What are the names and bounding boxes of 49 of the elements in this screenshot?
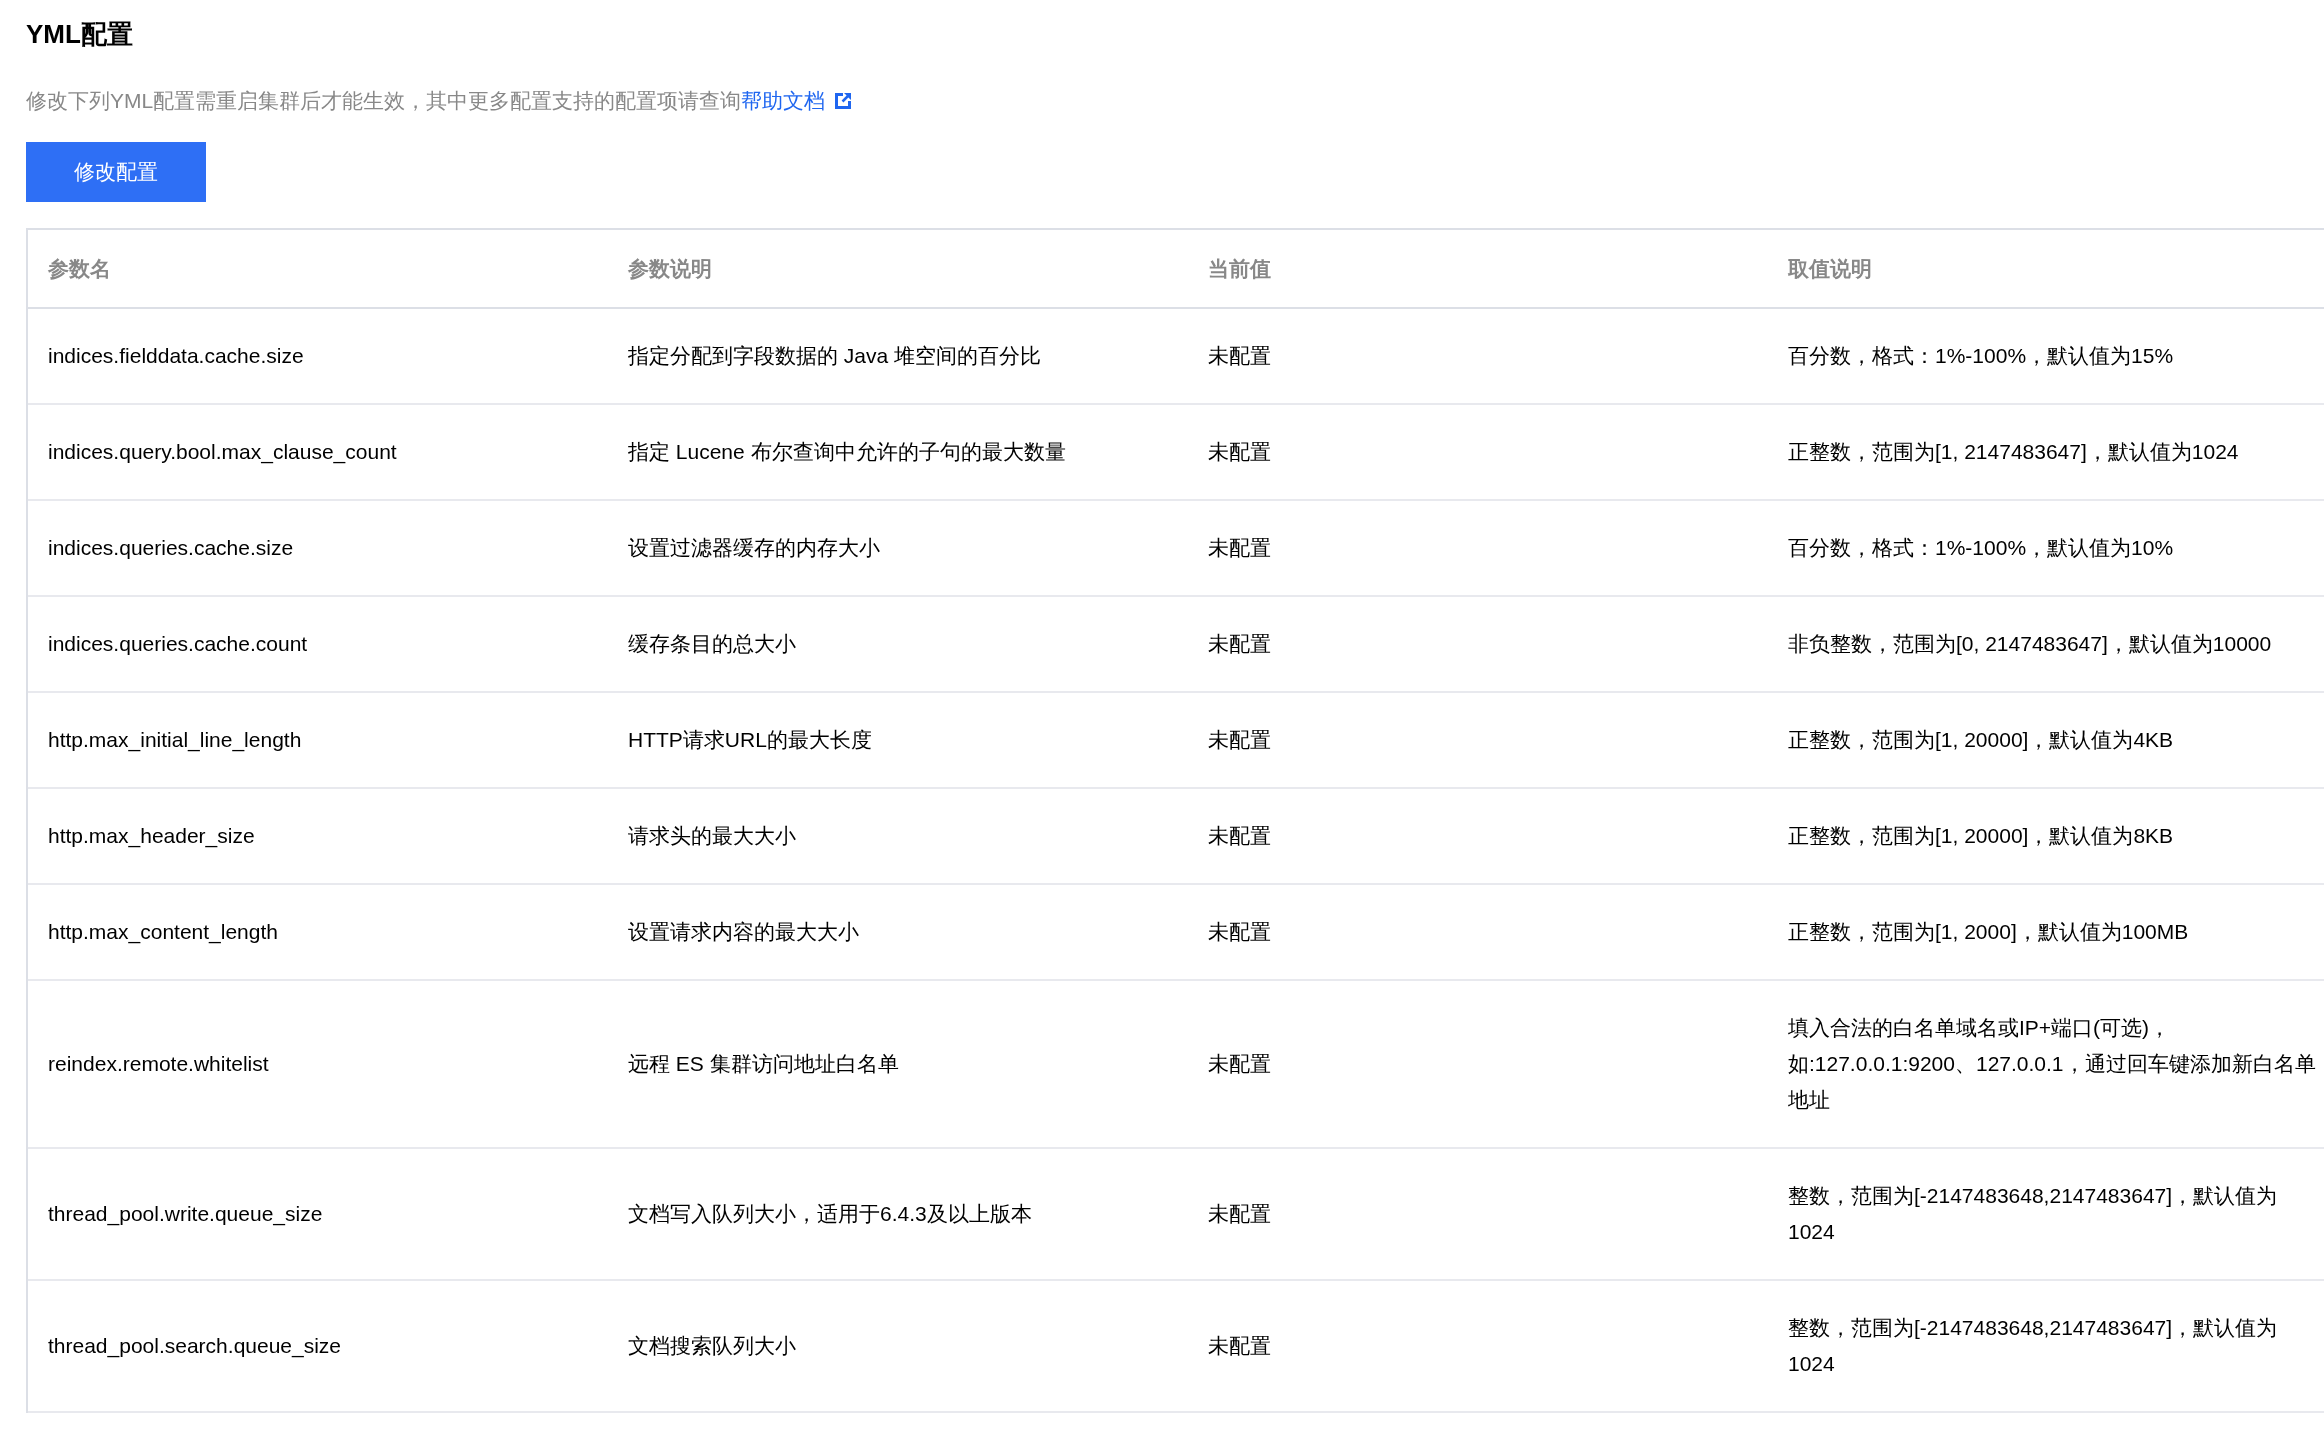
value-range: 正整数，范围为[1, 2000]，默认值为100MB	[1787, 919, 2190, 945]
page-title: YML配置	[26, 18, 134, 51]
column-header: 当前值	[1207, 255, 1272, 282]
param-name: indices.query.bool.max_clause_count	[47, 439, 398, 466]
param-description: 文档写入队列大小，适用于6.4.3及以上版本	[627, 1201, 1033, 1227]
param-name: thread_pool.search.queue_size	[47, 1333, 343, 1360]
help-doc-link[interactable]: 帮助文档	[741, 89, 826, 112]
value-range: 填入合法的白名单域名或IP+端口(可选)，如:127.0.0.1:9200、127.0.0.1，通过回车键添加新白名单地址	[1787, 1015, 2317, 1113]
value-range: 百分数，格式：1%-100%，默认值为10%	[1787, 535, 2175, 561]
param-description: 指定 Lucene 布尔查询中允许的子句的最大数量	[627, 439, 1067, 465]
value-range: 正整数，范围为[1, 20000]，默认值为4KB	[1787, 727, 2175, 753]
current-value: 未配置	[1207, 343, 1272, 369]
param-description: 设置请求内容的最大大小	[627, 919, 860, 945]
param-name: http.max_initial_line_length	[47, 727, 303, 754]
external-link-icon[interactable]	[833, 91, 854, 111]
param-name: indices.fielddata.cache.size	[47, 343, 305, 369]
edit-config-button[interactable]: 修改配置	[26, 142, 206, 202]
current-value: 未配置	[1207, 631, 1272, 657]
param-name: thread_pool.write.queue_size	[47, 1201, 324, 1228]
param-name: reindex.remote.whitelist	[47, 1051, 270, 1077]
value-range: 整数，范围为[-2147483648,2147483647]，默认值为1024	[1787, 1315, 2279, 1377]
current-value: 未配置	[1207, 1051, 1272, 1077]
current-value: 未配置	[1207, 1201, 1272, 1227]
param-description: 指定分配到字段数据的 Java 堆空间的百分比	[627, 343, 1043, 369]
current-value: 未配置	[1207, 1333, 1272, 1359]
current-value: 未配置	[1207, 535, 1272, 561]
value-range: 正整数，范围为[1, 2147483647]，默认值为1024	[1787, 439, 2240, 465]
value-range: 整数，范围为[-2147483648,2147483647]，默认值为1024	[1787, 1183, 2279, 1245]
value-range: 正整数，范围为[1, 20000]，默认值为8KB	[1787, 823, 2175, 849]
param-name: indices.queries.cache.count	[47, 631, 309, 657]
column-header: 参数说明	[627, 255, 713, 282]
param-description: 请求头的最大大小	[627, 823, 797, 849]
param-description: 文档搜索队列大小	[627, 1333, 797, 1359]
current-value: 未配置	[1207, 727, 1272, 753]
param-description: 缓存条目的总大小	[627, 631, 797, 657]
param-description: HTTP请求URL的最大长度	[627, 727, 873, 753]
value-range: 百分数，格式：1%-100%，默认值为15%	[1787, 343, 2175, 369]
current-value: 未配置	[1207, 823, 1272, 849]
param-name: indices.queries.cache.size	[47, 535, 295, 561]
param-name: http.max_header_size	[47, 823, 256, 850]
value-range: 非负整数，范围为[0, 2147483647]，默认值为10000	[1787, 631, 2273, 657]
description-text: 修改下列YML配置需重启集群后才能生效，其中更多配置支持的配置项请查询	[26, 89, 742, 112]
column-header: 取值说明	[1787, 255, 1873, 282]
current-value: 未配置	[1207, 439, 1272, 465]
param-name: http.max_content_length	[47, 919, 279, 946]
current-value: 未配置	[1207, 919, 1272, 945]
param-description: 远程 ES 集群访问地址白名单	[627, 1051, 900, 1077]
column-header: 参数名	[47, 255, 112, 282]
param-description: 设置过滤器缓存的内存大小	[627, 535, 881, 561]
